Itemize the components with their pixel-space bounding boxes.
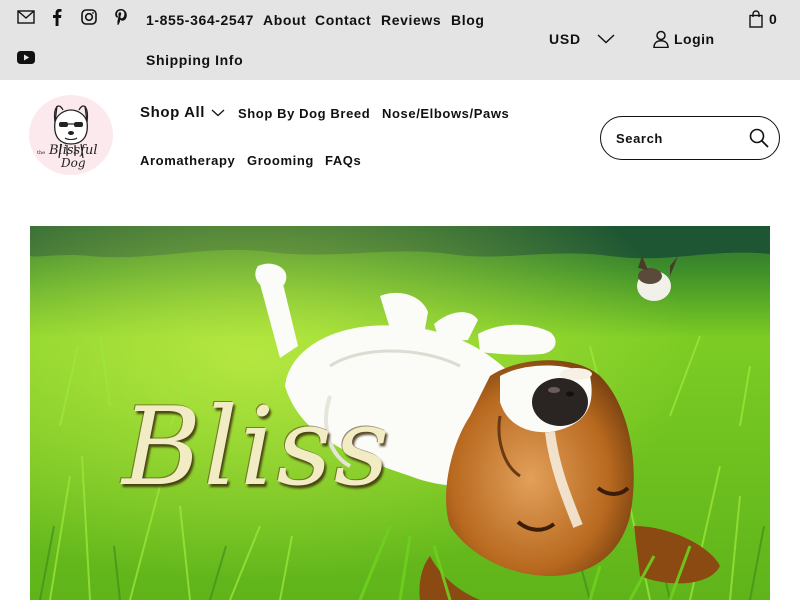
currency-code: USD [549,31,581,47]
currency-selector[interactable]: USD [549,31,615,47]
instagram-icon[interactable] [80,8,98,26]
email-icon[interactable] [16,9,36,25]
contact-link[interactable]: Contact [315,11,371,29]
nav-aromatherapy[interactable]: Aromatherapy [140,153,235,169]
reviews-link[interactable]: Reviews [381,11,441,29]
chevron-down-icon [597,34,615,44]
blog-link[interactable]: Blog [451,11,485,29]
login-link[interactable]: Login [653,30,715,48]
site-logo[interactable]: the Blissful Dog [27,92,115,176]
hero-title: Bliss [122,385,392,510]
shopping-bag-icon [749,10,763,28]
cart-count: 0 [769,11,777,27]
nav-faqs[interactable]: FAQs [325,153,361,169]
logo-the-text: the [37,150,45,156]
shipping-info-link[interactable]: Shipping Info [146,51,243,69]
login-label: Login [674,31,715,47]
nav-shop-all[interactable]: Shop All [140,104,225,121]
hero-banner[interactable]: Bliss [30,226,770,600]
search-input[interactable] [616,130,746,146]
facebook-icon[interactable] [50,8,64,26]
user-icon [653,30,669,48]
youtube-icon[interactable] [16,50,36,64]
chevron-down-icon [211,109,225,117]
pinterest-icon[interactable] [112,7,130,27]
logo-dog-text: Dog [60,156,86,170]
nav-grooming[interactable]: Grooming [247,153,314,169]
search-form [600,116,780,160]
nav-shop-by-dog-breed[interactable]: Shop By Dog Breed [238,106,370,122]
phone-link[interactable]: 1-855-364-2547 [146,11,254,29]
about-link[interactable]: About [263,11,306,29]
nav-nose-elbows-paws[interactable]: Nose/Elbows/Paws [382,106,509,122]
cart-button[interactable]: 0 [749,10,777,28]
nav-shop-all-label: Shop All [140,104,206,121]
search-icon[interactable] [749,128,769,148]
utility-bar: 1-855-364-2547 About Contact Reviews Blo… [0,0,800,80]
